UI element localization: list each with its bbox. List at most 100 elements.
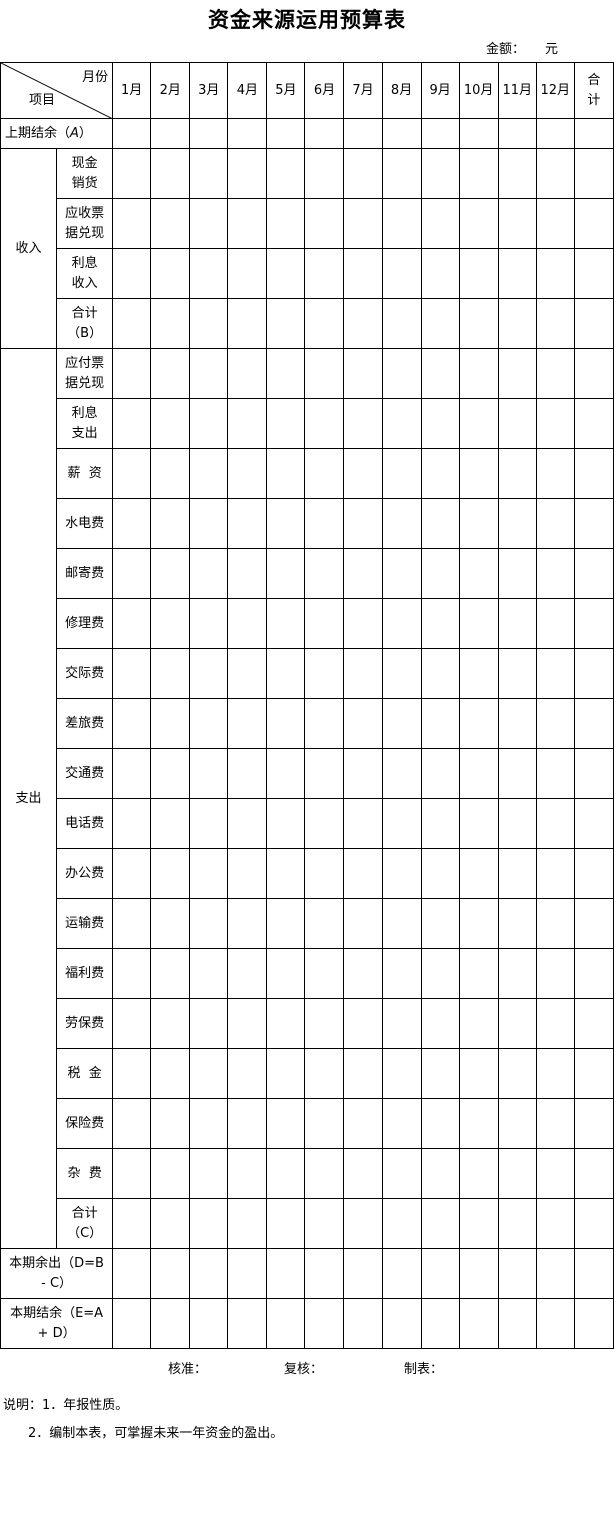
value-cell[interactable]: [458, 698, 499, 749]
value-cell[interactable]: [573, 1248, 614, 1299]
value-cell[interactable]: [112, 648, 152, 699]
value-cell[interactable]: [420, 798, 460, 849]
value-cell[interactable]: [458, 948, 499, 999]
value-cell[interactable]: [343, 148, 383, 199]
value-cell[interactable]: [304, 348, 345, 399]
value-cell[interactable]: [304, 448, 345, 499]
value-cell[interactable]: [266, 1048, 306, 1099]
value-cell[interactable]: [189, 1298, 229, 1349]
value-cell[interactable]: [420, 498, 460, 549]
value-cell[interactable]: [497, 1298, 537, 1349]
value-cell[interactable]: [573, 148, 614, 199]
value-cell[interactable]: [458, 598, 499, 649]
value-cell[interactable]: [381, 348, 422, 399]
value-cell[interactable]: [458, 348, 499, 399]
value-cell[interactable]: [420, 1248, 460, 1299]
value-cell[interactable]: [266, 598, 306, 649]
value-cell[interactable]: [112, 798, 152, 849]
value-cell[interactable]: [227, 118, 268, 149]
value-cell[interactable]: [304, 248, 345, 299]
value-cell[interactable]: [343, 1198, 383, 1249]
value-cell[interactable]: [304, 1148, 345, 1199]
value-cell[interactable]: [189, 348, 229, 399]
value-cell[interactable]: [420, 748, 460, 799]
value-cell[interactable]: [343, 498, 383, 549]
value-cell[interactable]: [112, 998, 152, 1049]
value-cell[interactable]: [266, 348, 306, 399]
value-cell[interactable]: [227, 898, 268, 949]
value-cell[interactable]: [420, 698, 460, 749]
value-cell[interactable]: [343, 298, 383, 349]
value-cell[interactable]: [458, 548, 499, 599]
value-cell[interactable]: [266, 498, 306, 549]
value-cell[interactable]: [420, 1148, 460, 1199]
value-cell[interactable]: [573, 1198, 614, 1249]
value-cell[interactable]: [497, 898, 537, 949]
value-cell[interactable]: [266, 298, 306, 349]
value-cell[interactable]: [535, 118, 575, 149]
value-cell[interactable]: [304, 898, 345, 949]
value-cell[interactable]: [189, 998, 229, 1049]
value-cell[interactable]: [573, 748, 614, 799]
value-cell[interactable]: [304, 1048, 345, 1099]
value-cell[interactable]: [381, 1248, 422, 1299]
value-cell[interactable]: [266, 1198, 306, 1249]
value-cell[interactable]: [343, 798, 383, 849]
value-cell[interactable]: [381, 248, 422, 299]
value-cell[interactable]: [458, 848, 499, 899]
value-cell[interactable]: [304, 298, 345, 349]
value-cell[interactable]: [189, 598, 229, 649]
value-cell[interactable]: [343, 898, 383, 949]
value-cell[interactable]: [535, 748, 575, 799]
value-cell[interactable]: [266, 998, 306, 1049]
value-cell[interactable]: [343, 548, 383, 599]
value-cell[interactable]: [150, 1198, 191, 1249]
value-cell[interactable]: [458, 1298, 499, 1349]
value-cell[interactable]: [420, 1098, 460, 1149]
value-cell[interactable]: [189, 298, 229, 349]
value-cell[interactable]: [304, 1248, 345, 1299]
value-cell[interactable]: [266, 1298, 306, 1349]
value-cell[interactable]: [535, 548, 575, 599]
value-cell[interactable]: [420, 148, 460, 199]
value-cell[interactable]: [266, 398, 306, 449]
value-cell[interactable]: [458, 448, 499, 499]
value-cell[interactable]: [343, 998, 383, 1049]
value-cell[interactable]: [343, 1298, 383, 1349]
value-cell[interactable]: [189, 1098, 229, 1149]
value-cell[interactable]: [112, 748, 152, 799]
value-cell[interactable]: [381, 948, 422, 999]
value-cell[interactable]: [420, 198, 460, 249]
value-cell[interactable]: [227, 1248, 268, 1299]
value-cell[interactable]: [112, 1248, 152, 1299]
value-cell[interactable]: [343, 748, 383, 799]
value-cell[interactable]: [150, 398, 191, 449]
value-cell[interactable]: [227, 598, 268, 649]
value-cell[interactable]: [497, 748, 537, 799]
value-cell[interactable]: [112, 1298, 152, 1349]
value-cell[interactable]: [189, 148, 229, 199]
value-cell[interactable]: [227, 448, 268, 499]
value-cell[interactable]: [304, 498, 345, 549]
value-cell[interactable]: [381, 998, 422, 1049]
value-cell[interactable]: [381, 1298, 422, 1349]
value-cell[interactable]: [458, 248, 499, 299]
value-cell[interactable]: [304, 1298, 345, 1349]
value-cell[interactable]: [189, 1048, 229, 1099]
value-cell[interactable]: [150, 1048, 191, 1099]
value-cell[interactable]: [420, 548, 460, 599]
value-cell[interactable]: [381, 148, 422, 199]
value-cell[interactable]: [535, 1148, 575, 1199]
value-cell[interactable]: [420, 348, 460, 399]
value-cell[interactable]: [343, 698, 383, 749]
value-cell[interactable]: [458, 1098, 499, 1149]
value-cell[interactable]: [150, 898, 191, 949]
value-cell[interactable]: [150, 498, 191, 549]
value-cell[interactable]: [227, 298, 268, 349]
value-cell[interactable]: [458, 148, 499, 199]
value-cell[interactable]: [227, 948, 268, 999]
value-cell[interactable]: [573, 118, 614, 149]
value-cell[interactable]: [112, 498, 152, 549]
value-cell[interactable]: [573, 898, 614, 949]
value-cell[interactable]: [112, 698, 152, 749]
